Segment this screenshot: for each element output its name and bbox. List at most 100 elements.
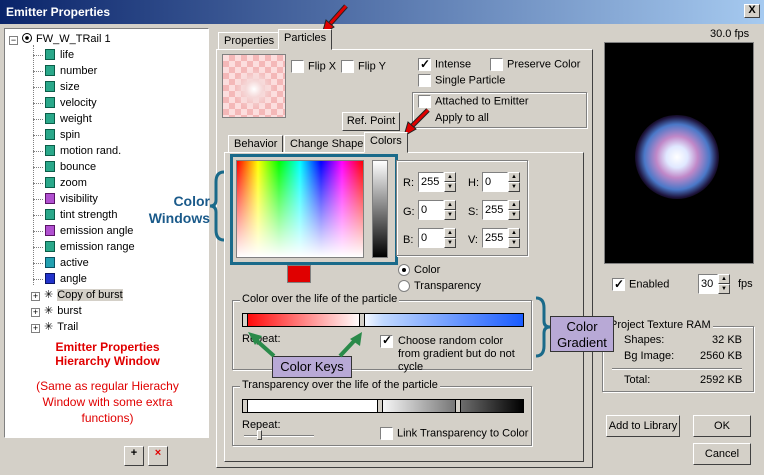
h-up-arrow-icon[interactable]: ▲ [508, 172, 520, 182]
tab-colors[interactable]: Colors [364, 132, 408, 153]
flip-y-checkbox[interactable]: Flip Y [341, 60, 386, 73]
tab-behavior[interactable]: Behavior [228, 135, 284, 153]
tree-item-property[interactable]: velocity [45, 95, 97, 111]
preview-fps-up-arrow-icon[interactable]: ▲ [718, 274, 730, 284]
transparency-key-start[interactable] [242, 399, 248, 413]
hue-saturation-picker[interactable] [236, 160, 364, 258]
particle-thumbnail[interactable] [222, 54, 286, 118]
ok-button[interactable]: OK [693, 415, 751, 437]
random-color-box[interactable] [380, 334, 393, 348]
tree-item-label: bounce [60, 161, 97, 173]
color-key-middle[interactable] [359, 313, 365, 327]
tree-item-emitter[interactable]: + ✳ Trail [31, 319, 78, 335]
g-value[interactable]: 0 [418, 200, 444, 220]
tree-item-property[interactable]: visibility [45, 191, 98, 207]
attached-checkbox[interactable]: Attached to Emitter [418, 95, 529, 108]
cancel-button[interactable]: Cancel [693, 443, 751, 465]
tree-item-property[interactable]: zoom [45, 175, 87, 191]
tree-item-property[interactable]: motion rand. [45, 143, 121, 159]
tree-item-property[interactable]: weight [45, 111, 92, 127]
tree-item-property[interactable]: bounce [45, 159, 96, 175]
tab-particles-label: Particles [284, 32, 327, 44]
v-value[interactable]: 255 [482, 228, 508, 248]
collapse-icon[interactable]: − [9, 36, 18, 45]
g-up-arrow-icon[interactable]: ▲ [444, 200, 456, 210]
transparency-key-middle[interactable] [377, 399, 383, 413]
ref-point-button[interactable]: Ref. Point [342, 112, 400, 131]
r-down-arrow-icon[interactable]: ▼ [444, 182, 456, 192]
remove-item-icon: × [154, 447, 162, 459]
link-transparency-box[interactable] [380, 427, 393, 440]
v-up-arrow-icon[interactable]: ▲ [508, 228, 520, 238]
transparency-repeat-slider[interactable] [244, 435, 314, 437]
v-down-arrow-icon[interactable]: ▼ [508, 238, 520, 248]
tree-item-property[interactable]: angle [45, 271, 87, 287]
preview-fps-value[interactable]: 30 [698, 274, 718, 294]
h-down-arrow-icon[interactable]: ▼ [508, 182, 520, 192]
preview-fps-down-arrow-icon[interactable]: ▼ [718, 284, 730, 294]
expand-icon[interactable]: + [31, 324, 40, 333]
transparency-key-end[interactable] [455, 399, 461, 413]
single-particle-checkbox[interactable]: Single Particle [418, 74, 505, 87]
tree-item-property[interactable]: number [45, 63, 97, 79]
tree-item-property[interactable]: tint strength [45, 207, 117, 223]
mode-transparency-dot[interactable] [398, 280, 410, 293]
tree-item-emitter[interactable]: + ✳ Copy of burst [31, 287, 123, 303]
h-value[interactable]: 0 [482, 172, 508, 192]
r-value[interactable]: 255 [418, 172, 444, 192]
tree-item-emitter[interactable]: + ✳ burst [31, 303, 82, 319]
mode-transparency-radio[interactable]: Transparency [398, 280, 481, 293]
color-key-start[interactable] [242, 313, 248, 327]
expand-icon[interactable]: + [31, 292, 40, 301]
g-down-arrow-icon[interactable]: ▼ [444, 210, 456, 220]
tab-change-shape[interactable]: Change Shape [284, 135, 370, 153]
enabled-box[interactable] [612, 277, 625, 291]
preserve-color-checkbox[interactable]: Preserve Color [490, 58, 580, 71]
add-to-library-button[interactable]: Add to Library [606, 415, 680, 437]
color-windows-brace-icon [209, 170, 225, 242]
link-transparency-checkbox[interactable]: Link Transparency to Color [380, 427, 528, 440]
tree-item-property[interactable]: active [45, 255, 89, 271]
single-particle-box[interactable] [418, 74, 431, 87]
s-up-arrow-icon[interactable]: ▲ [508, 200, 520, 210]
expand-icon[interactable]: + [31, 308, 40, 317]
tree-item-property[interactable]: size [45, 79, 80, 95]
flip-y-box[interactable] [341, 60, 354, 73]
color-gradient-bar[interactable] [242, 313, 524, 327]
transparency-gradient-bar[interactable] [242, 399, 524, 413]
mode-color-radio[interactable]: Color [398, 264, 440, 277]
enabled-checkbox[interactable]: Enabled [612, 277, 669, 291]
ok-label: OK [714, 420, 730, 432]
tree-root[interactable]: − FW_W_TRail 1 [9, 31, 111, 47]
tree-item-property[interactable]: life [45, 47, 74, 63]
tab-properties[interactable]: Properties [218, 32, 281, 50]
s-down-arrow-icon[interactable]: ▼ [508, 210, 520, 220]
intense-checkbox[interactable]: Intense [418, 57, 471, 71]
flip-x-box[interactable] [291, 60, 304, 73]
b-value[interactable]: 0 [418, 228, 444, 248]
random-color-checkbox[interactable]: Choose random color from gradient but do… [380, 334, 528, 374]
tab-particles[interactable]: Particles [278, 29, 333, 50]
r-up-arrow-icon[interactable]: ▲ [444, 172, 456, 182]
close-button[interactable]: X [744, 4, 760, 18]
add-item-button[interactable]: + [124, 446, 144, 466]
tree-branch [33, 135, 43, 136]
callout-color-gradient-line2: Gradient [557, 335, 607, 350]
tree-item-property[interactable]: emission angle [45, 223, 133, 239]
intense-box[interactable] [418, 57, 431, 71]
brightness-slider[interactable] [372, 160, 388, 258]
remove-item-button[interactable]: × [148, 446, 168, 466]
s-value[interactable]: 255 [482, 200, 508, 220]
transparency-repeat-thumb[interactable] [257, 430, 262, 440]
attached-box[interactable] [418, 95, 431, 108]
mode-color-dot[interactable] [398, 264, 410, 277]
ram-bg-label: Bg Image: [624, 350, 675, 362]
b-down-arrow-icon[interactable]: ▼ [444, 238, 456, 248]
b-up-arrow-icon[interactable]: ▲ [444, 228, 456, 238]
tree-item-property[interactable]: emission range [45, 239, 135, 255]
preserve-color-box[interactable] [490, 58, 503, 71]
tab-properties-label: Properties [224, 35, 275, 47]
tree-branch [33, 55, 43, 56]
tree-item-property[interactable]: spin [45, 127, 80, 143]
flip-x-checkbox[interactable]: Flip X [291, 60, 336, 73]
